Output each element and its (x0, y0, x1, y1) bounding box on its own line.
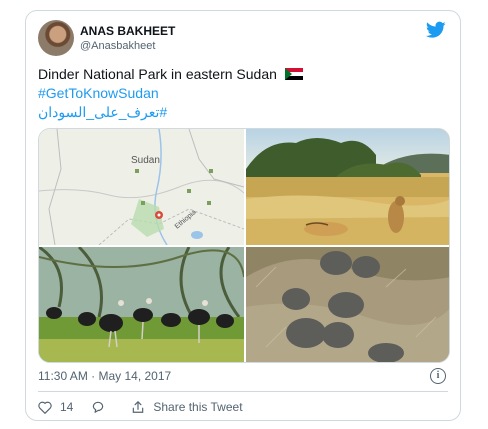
sudan-flag-icon (284, 68, 303, 80)
author-handle[interactable]: @Anasbakheet (80, 40, 155, 52)
storks-photo[interactable] (39, 247, 244, 362)
info-icon[interactable]: i (430, 368, 446, 384)
tweet-line-1: Dinder National Park in eastern Sudan (38, 66, 277, 82)
reply-button[interactable] (91, 400, 113, 414)
avatar[interactable] (38, 20, 74, 56)
like-button[interactable]: 14 (38, 400, 73, 414)
divider (38, 391, 448, 392)
like-count: 14 (60, 400, 74, 414)
reply-icon (93, 401, 104, 413)
tweet-card[interactable]: ANAS BAKHEET @Anasbakheet Dinder Nationa… (25, 10, 461, 421)
tweet-timestamp[interactable]: 11:30 AM · May 14, 2017 (38, 369, 171, 383)
share-icon (133, 401, 144, 413)
twitter-bird-icon[interactable] (426, 21, 446, 39)
share-label: Share this Tweet (153, 400, 243, 414)
elephants-photo[interactable] (246, 247, 449, 362)
map-image[interactable]: Sudan Ethiopia (39, 129, 244, 245)
map-country-label: Sudan (131, 155, 160, 166)
author-name[interactable]: ANAS BAKHEET (80, 24, 175, 38)
media-grid: Sudan Ethiopia (38, 128, 450, 363)
hashtag-get-to-know-sudan[interactable]: #GetToKnowSudan (38, 84, 448, 103)
action-bar: 14 Share this Tweet (38, 400, 261, 414)
share-button[interactable]: Share this Tweet (131, 400, 243, 414)
hashtag-arabic[interactable]: #تعرف_على_السودان (38, 103, 448, 122)
heart-icon (38, 401, 52, 414)
cheetahs-photo[interactable] (246, 129, 449, 245)
tweet-text: Dinder National Park in eastern Sudan #G… (38, 65, 448, 122)
